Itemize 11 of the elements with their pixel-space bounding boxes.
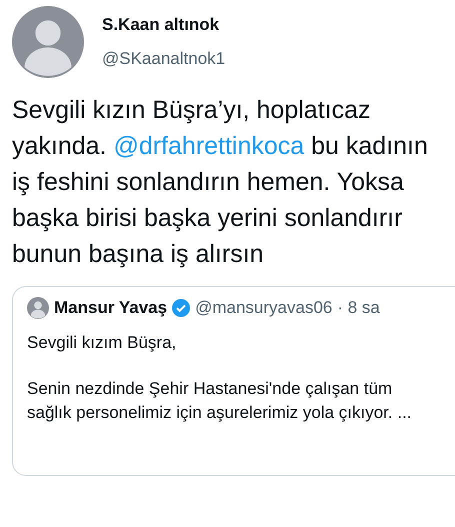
author-handle[interactable]: @SKaanaltnok1 [102,49,226,69]
quoted-tweet-text: Sevgili kızım Büşra, [27,332,178,354]
quoted-tweet-card[interactable]: Mansur Yavaş @mansuryavas06 · 8 sa Sevgili kızım Büşra, Senin nezdinde Şehir Hastanesi'nde çalışan tüm sağlık personelimiz için aşurelerimiz yola çıkıyor. ... [12,286,455,476]
tweet-text: Sevgili kızın Büşra’yı, hoplatıcaz yakında. @drfahrettinkoca bu kadının iş feshini sonlandırın hemen. Yoksa başka birisi başka yerini sonlandırır bunun başına iş alırsın [12,95,429,270]
quoted-author-handle: @mansuryavas06 [195,298,332,318]
tweet-time: · 8 sa [337,298,380,318]
avatar-icon [12,6,84,78]
quoted-tweet-text: Senin nezdinde Şehir Hastanesi'nde çalışan tüm sağlık personelimiz için aşurelerimiz yola çıkıyor. ... [27,378,413,424]
author-name[interactable]: S.Kaan altınok [102,15,226,35]
avatar-icon [27,297,49,319]
quoted-author-name: Mansur Yavaş [54,298,168,318]
